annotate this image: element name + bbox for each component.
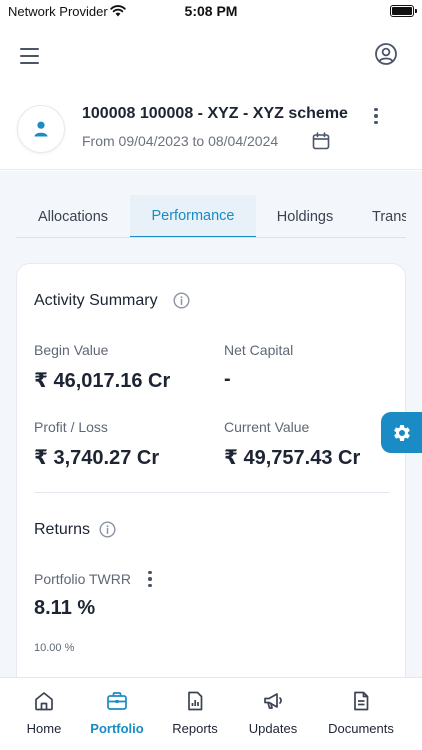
section-divider: [34, 492, 390, 493]
nav-reports-label: Reports: [172, 721, 218, 736]
tab-holdings[interactable]: Holdings: [256, 195, 354, 237]
scheme-header: 100008 100008 - XYZ - XYZ scheme From 09…: [0, 88, 422, 170]
returns-title: Returns: [34, 521, 91, 538]
content-area: Allocations Performance Holdings Transac…: [0, 171, 422, 677]
net-capital-label: Net Capital: [224, 342, 294, 358]
nav-updates[interactable]: Updates: [240, 688, 306, 738]
chart-axis-tick-label: 10.00 %: [34, 642, 75, 654]
megaphone-icon: [264, 693, 282, 709]
person-icon: [34, 121, 48, 137]
home-icon: [35, 692, 53, 711]
tab-performance[interactable]: Performance: [130, 195, 256, 237]
net-capital-value: -: [224, 368, 231, 390]
begin-value: ₹ 46,017.16 Cr: [34, 370, 171, 392]
nav-home-label: Home: [26, 721, 62, 736]
info-icon[interactable]: [173, 292, 190, 309]
performance-card: Activity Summary Begin Value ₹ 46,017.16…: [16, 263, 406, 677]
hamburger-menu-icon[interactable]: [20, 42, 52, 70]
bottom-navigation: Home Portfolio Reports Updates Documents: [0, 677, 422, 750]
document-icon: [354, 691, 369, 711]
activity-summary-title: Activity Summary: [34, 292, 158, 309]
nav-reports[interactable]: Reports: [164, 688, 226, 738]
tab-allocations[interactable]: Allocations: [16, 195, 130, 237]
scheme-more-options-icon[interactable]: [368, 105, 384, 127]
nav-portfolio-label: Portfolio: [90, 721, 144, 736]
tab-bar: Allocations Performance Holdings Transac…: [16, 195, 406, 238]
gear-icon: [393, 424, 410, 441]
current-value-label: Current Value: [224, 419, 310, 435]
report-icon: [188, 691, 203, 711]
returns-info-icon[interactable]: [99, 521, 116, 538]
briefcase-icon: [107, 692, 127, 710]
nav-documents-label: Documents: [328, 721, 394, 736]
nav-home[interactable]: Home: [18, 688, 70, 738]
user-profile-icon[interactable]: [374, 42, 398, 66]
profit-loss-value: ₹ 3,740.27 Cr: [34, 447, 160, 469]
profit-loss-label: Profit / Loss: [34, 419, 108, 435]
clock-time: 5:08 PM: [184, 3, 238, 19]
portfolio-twrr-label: Portfolio TWRR: [34, 571, 131, 587]
calendar-icon[interactable]: [312, 132, 330, 150]
portfolio-twrr-value: 8.11 %: [34, 597, 96, 619]
tab-transactions[interactable]: Transactions: [372, 195, 406, 237]
settings-button[interactable]: [381, 412, 422, 453]
nav-updates-label: Updates: [248, 721, 298, 736]
nav-portfolio[interactable]: Portfolio: [84, 688, 150, 738]
scheme-avatar: [17, 105, 65, 153]
scheme-title: 100008 100008 - XYZ - XYZ scheme: [82, 105, 348, 122]
nav-documents[interactable]: Documents: [320, 688, 402, 738]
top-navigation: [0, 24, 422, 88]
date-range-text: From 09/04/2023 to 08/04/2024: [82, 133, 279, 149]
status-bar: Network Provider 5:08 PM: [0, 0, 422, 24]
current-value: ₹ 49,757.43 Cr: [224, 447, 361, 469]
twrr-more-options-icon[interactable]: [146, 570, 154, 588]
begin-value-label: Begin Value: [34, 342, 109, 358]
battery-icon: [390, 5, 417, 17]
